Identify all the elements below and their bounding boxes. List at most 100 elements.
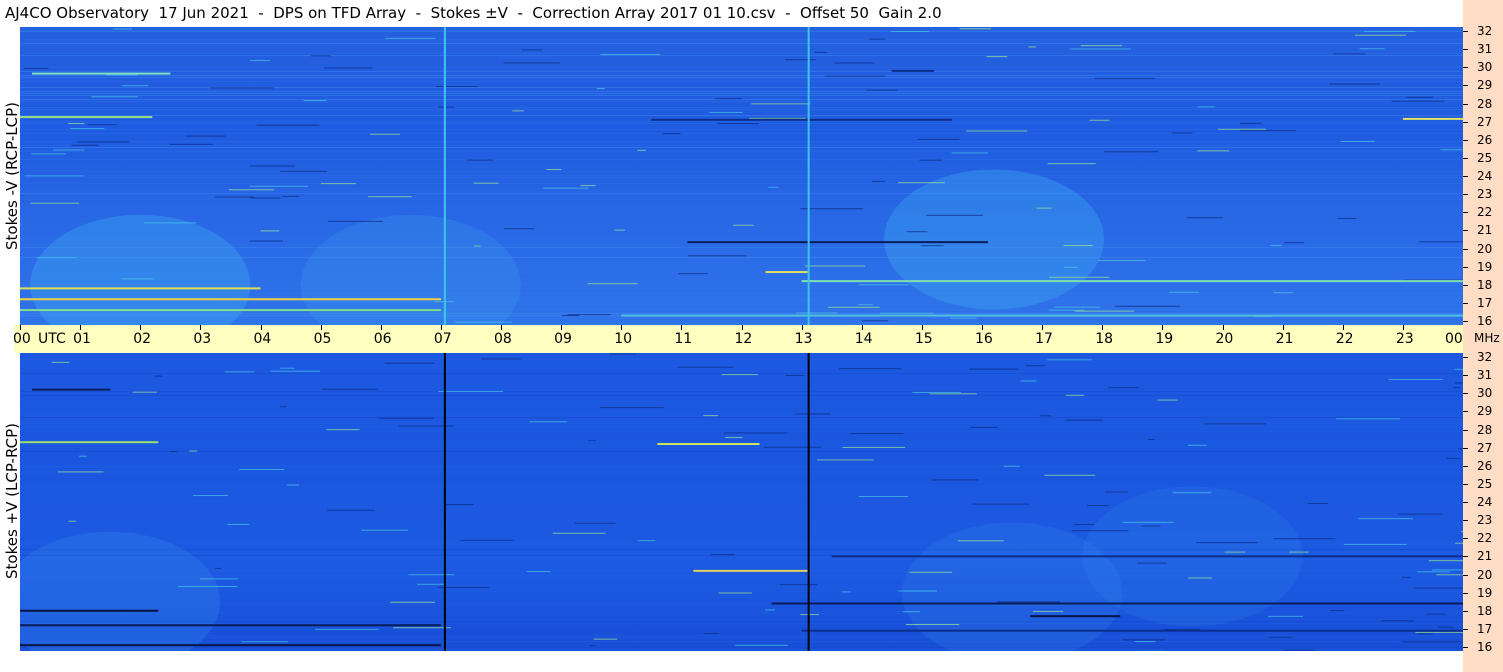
texture-stripe: [20, 159, 1463, 160]
time-tick-mark: [1042, 325, 1044, 330]
speckle-line: [1136, 562, 1167, 564]
speckle-line: [703, 415, 719, 417]
speckle-line: [1036, 207, 1052, 209]
speckle-line: [121, 278, 155, 280]
speckle-line: [593, 638, 618, 640]
speckle-line: [951, 152, 988, 154]
speckle-line: [795, 312, 838, 314]
speckle-line: [122, 85, 149, 87]
speckle-line: [1336, 418, 1401, 420]
speckle-line: [1217, 128, 1267, 130]
time-tick-label: 02: [133, 331, 152, 347]
freq-tick-mark: [1463, 538, 1468, 540]
speckle-line: [1063, 245, 1093, 247]
texture-stripe: [20, 239, 1463, 240]
speckle-line: [828, 306, 880, 308]
speckle-line: [871, 180, 885, 182]
speckle-line: [858, 495, 909, 497]
speckle-line: [385, 37, 436, 39]
speckle-line: [249, 59, 270, 61]
speckle-line: [1267, 615, 1303, 617]
speckle-line: [481, 358, 523, 360]
speckle-line: [435, 86, 478, 88]
freq-tick-label: 28: [1477, 96, 1493, 111]
speckle-line: [1289, 551, 1309, 553]
speckle-line: [224, 371, 255, 373]
speckle-line: [227, 523, 250, 525]
speckle-line: [1049, 276, 1110, 278]
freq-tick-label: 25: [1477, 150, 1493, 165]
freq-tick-mark: [1463, 502, 1468, 503]
texture-stripe: [20, 183, 1463, 184]
speckle-line: [76, 141, 130, 143]
speckle-line: [1454, 382, 1463, 384]
texture-stripe: [20, 471, 1463, 472]
speckle-line: [512, 110, 524, 112]
texture-stripe: [20, 121, 1463, 122]
speckle-line: [71, 144, 99, 146]
speckle-line: [1388, 379, 1443, 381]
texture-stripe: [20, 431, 1463, 432]
speckle-line: [384, 362, 435, 364]
speckle-line: [270, 370, 321, 372]
top-freq-axis: 32 31 30 29 28 27 26 25 24 23 22 21 20 19 18 17 16: [1463, 25, 1503, 327]
signal-band: [20, 624, 441, 627]
texture-stripe: [20, 247, 1463, 248]
speckle-line: [1436, 574, 1463, 576]
texture-stripe: [20, 231, 1463, 232]
texture-stripe: [20, 637, 1463, 638]
speckle-line: [926, 214, 983, 216]
time-tick-label: 21: [1275, 331, 1294, 347]
speckle-line: [1333, 53, 1366, 55]
speckle-line: [326, 429, 360, 431]
speckle-line: [733, 224, 754, 226]
texture-stripe: [20, 373, 1463, 374]
texture-stripe: [20, 319, 1463, 320]
speckle-line: [763, 446, 822, 448]
freq-tick-label: 30: [1477, 60, 1493, 75]
time-tick-mark: [681, 325, 683, 330]
freq-tick-label: 27: [1477, 114, 1493, 129]
speckle-line: [68, 123, 85, 125]
speckle-line: [957, 540, 1004, 542]
freq-tick-mark: [1463, 393, 1468, 395]
speckle-line: [286, 484, 300, 486]
speckle-line: [849, 433, 904, 435]
speckle-line: [662, 133, 681, 135]
speckle-line: [249, 165, 296, 167]
texture-stripe: [20, 235, 1463, 236]
signal-band: [771, 602, 1463, 605]
freq-tick-label: 29: [1477, 404, 1493, 419]
speckle-line: [112, 28, 132, 30]
speckle-line: [996, 601, 1061, 603]
time-tick-mark: [1402, 325, 1404, 330]
speckle-line: [228, 189, 275, 191]
speckle-line: [1187, 444, 1207, 446]
speckle-line: [817, 459, 874, 461]
speckle-line: [552, 532, 606, 534]
speckle-line: [467, 159, 493, 161]
speckle-line: [1328, 83, 1380, 85]
speckle-line: [841, 591, 851, 593]
texture-stripe: [20, 413, 1463, 414]
texture-stripe: [20, 77, 1463, 78]
speckle-line: [677, 366, 733, 368]
time-tick-label: 12: [734, 331, 753, 347]
freq-tick-label: 27: [1477, 440, 1493, 455]
speckle-line: [1074, 310, 1135, 312]
speckle-line: [862, 320, 889, 322]
speckle-line: [53, 149, 85, 151]
speckle-line: [919, 159, 943, 161]
freq-tick-mark: [1463, 212, 1468, 214]
speckle-line: [710, 554, 735, 556]
speckle-line: [1307, 503, 1328, 505]
texture-stripe: [20, 43, 1463, 44]
speckle-line: [734, 644, 788, 646]
speckle-line: [215, 196, 255, 198]
freq-tick-mark: [1463, 49, 1468, 51]
texture-stripe: [20, 619, 1463, 620]
texture-stripe: [20, 71, 1463, 72]
speckle-line: [1415, 631, 1463, 633]
speckle-line: [1186, 217, 1224, 219]
signal-band: [20, 309, 441, 312]
